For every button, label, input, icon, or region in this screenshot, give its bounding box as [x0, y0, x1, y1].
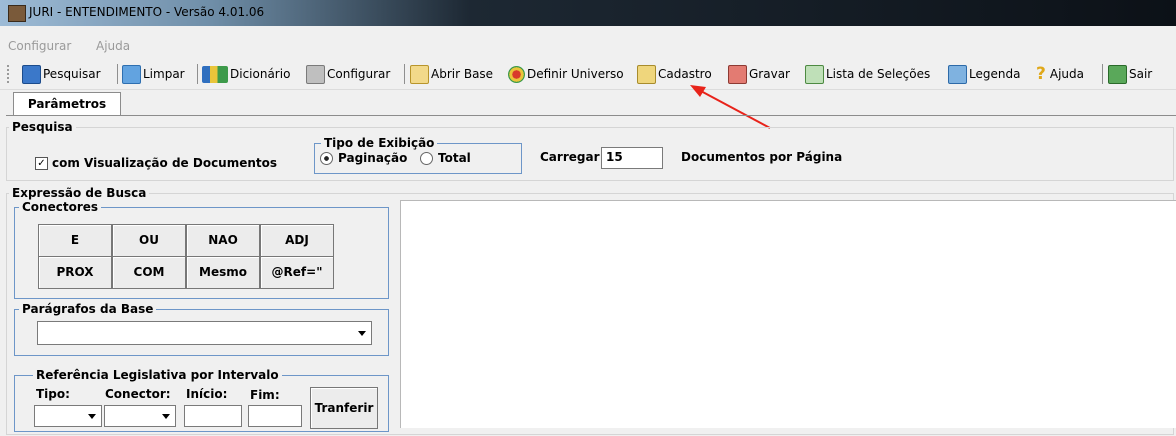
paginacao-label: Paginação: [338, 151, 408, 165]
visualizacao-label: com Visualização de Documentos: [52, 156, 278, 170]
inicio-input[interactable]: [184, 405, 242, 427]
total-label: Total: [438, 151, 471, 165]
results-area[interactable]: [400, 200, 1176, 428]
tipo-exibicao-title: Tipo de Exibição: [321, 136, 438, 150]
carregar-label: Carregar: [540, 150, 600, 164]
chevron-down-icon[interactable]: [162, 414, 170, 419]
conector-ref-button[interactable]: @Ref=": [260, 256, 334, 289]
transferir-button[interactable]: Tranferir: [310, 387, 378, 429]
tipo-select[interactable]: [34, 405, 102, 427]
expressao-title: Expressão de Busca: [9, 186, 150, 200]
conector-label: Conector:: [105, 387, 171, 401]
conectores-title: Conectores: [19, 200, 102, 214]
pesquisa-title: Pesquisa: [9, 120, 76, 134]
referencia-title: Referência Legislativa por Intervalo: [33, 368, 282, 382]
chevron-down-icon[interactable]: [358, 331, 366, 336]
carregar-input[interactable]: 15: [601, 147, 663, 169]
conector-nao-button[interactable]: NAO: [186, 224, 260, 257]
conector-mesmo-button[interactable]: Mesmo: [186, 256, 260, 289]
tab-parametros[interactable]: Parâmetros: [13, 92, 121, 116]
conector-select[interactable]: [104, 405, 176, 427]
conector-e-button[interactable]: E: [38, 224, 112, 257]
total-radio[interactable]: Total: [420, 151, 471, 165]
conector-com-button[interactable]: COM: [112, 256, 186, 289]
radio-empty-icon: [420, 151, 433, 165]
tab-strip: Parâmetros: [0, 90, 1176, 116]
paragrafos-select[interactable]: [37, 321, 372, 345]
inicio-label: Início:: [186, 387, 228, 401]
documentos-label: Documentos por Página: [681, 150, 843, 164]
paragrafos-title: Parágrafos da Base: [19, 302, 157, 316]
conector-adj-button[interactable]: ADJ: [260, 224, 334, 257]
conector-ou-button[interactable]: OU: [112, 224, 186, 257]
paginacao-radio[interactable]: Paginação: [320, 151, 407, 165]
check-icon: ✓: [35, 156, 48, 170]
carregar-value: 15: [606, 150, 623, 164]
tipo-label: Tipo:: [36, 387, 70, 401]
conector-prox-button[interactable]: PROX: [38, 256, 112, 289]
visualizacao-checkbox[interactable]: ✓ com Visualização de Documentos: [35, 156, 277, 170]
fim-label: Fim:: [250, 388, 280, 402]
chevron-down-icon[interactable]: [88, 414, 96, 419]
radio-selected-icon: [320, 151, 333, 165]
fim-input[interactable]: [248, 405, 302, 427]
